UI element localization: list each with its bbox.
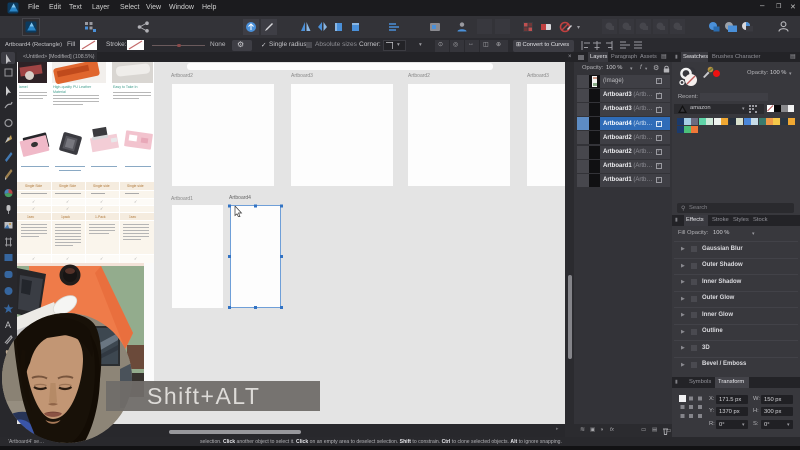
svg-text:A: A [5, 320, 11, 330]
